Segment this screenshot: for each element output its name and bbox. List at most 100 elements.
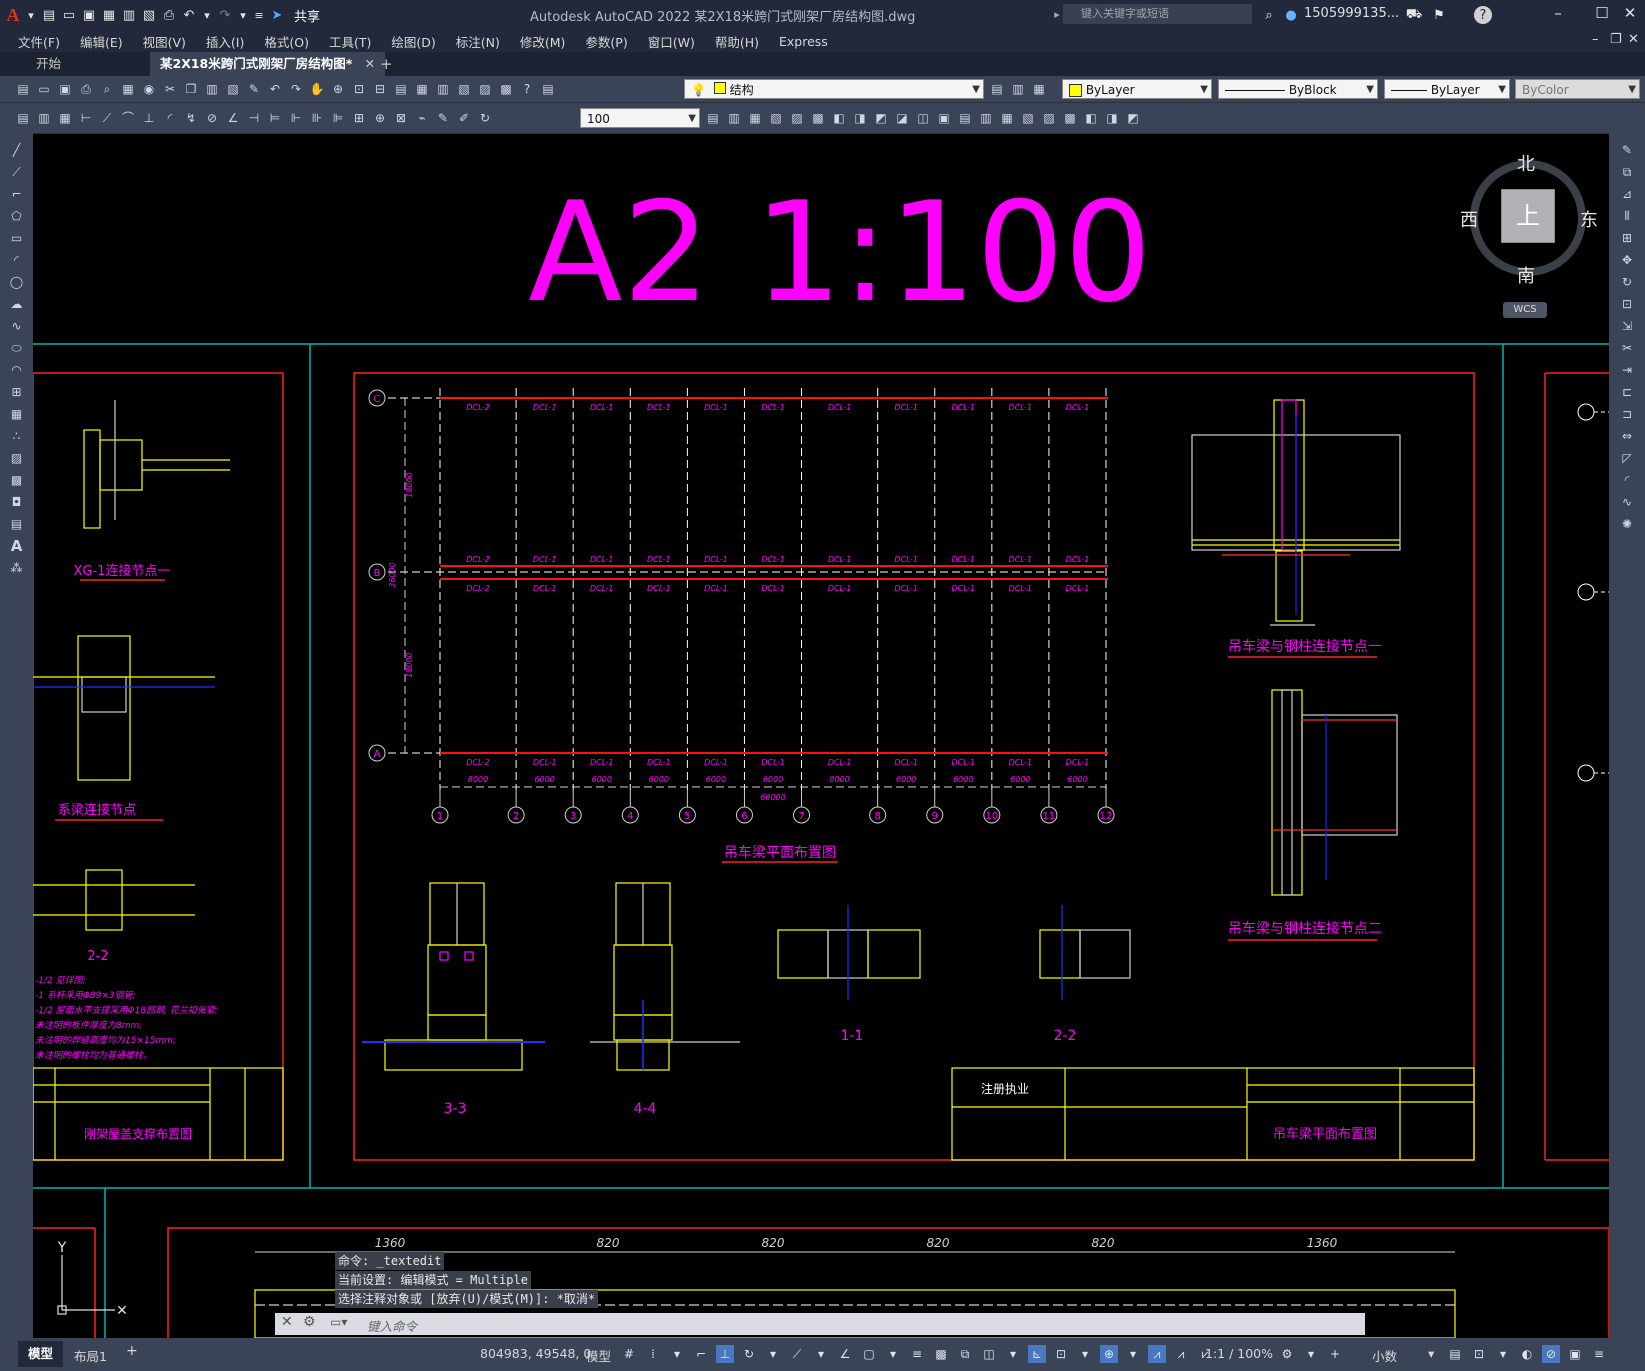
tb-sheetset-icon[interactable]: ▧ xyxy=(455,80,473,98)
tab-start[interactable]: 开始 xyxy=(36,52,61,76)
polar-chevron-icon[interactable]: ▾ xyxy=(764,1345,782,1363)
coordinates-readout[interactable]: 804983, 49548, 0 xyxy=(480,1346,591,1361)
tb-open-icon[interactable]: ▭ xyxy=(35,80,53,98)
stretch-icon[interactable]: ⇲ xyxy=(1618,317,1636,335)
selection-cycling-icon[interactable]: ⧉ xyxy=(956,1345,974,1363)
tb2-icon-m[interactable]: ▤ xyxy=(956,109,974,127)
dim-baseline-icon[interactable]: ⊨ xyxy=(266,109,284,127)
copy-icon[interactable]: ⧉ xyxy=(1618,163,1636,181)
tb2-icon-l[interactable]: ▣ xyxy=(935,109,953,127)
layout-tab-1[interactable]: 布局1 xyxy=(74,1346,107,1365)
menu-edit[interactable]: 编辑(E) xyxy=(72,32,135,51)
tb2-icon-h[interactable]: ◨ xyxy=(851,109,869,127)
section-2-2-title[interactable]: 2-2 xyxy=(1054,1028,1077,1044)
customization-icon[interactable]: ≡ xyxy=(1590,1345,1608,1363)
tb-copy-icon[interactable]: ❐ xyxy=(182,80,200,98)
erase-icon[interactable]: ✎ xyxy=(1618,141,1636,159)
inspect-icon[interactable]: ⊠ xyxy=(392,109,410,127)
tb-new-icon[interactable]: ▤ xyxy=(14,80,32,98)
minimize-icon[interactable]: – xyxy=(1546,4,1570,24)
lineweight-icon[interactable]: ≡ xyxy=(908,1345,926,1363)
dim-continue-icon[interactable]: ⊩ xyxy=(287,109,305,127)
tb2-icon-u[interactable]: ◩ xyxy=(1124,109,1142,127)
app-menu-chevron-icon[interactable]: ▾ xyxy=(24,7,38,23)
tb2-icon-o[interactable]: ▦ xyxy=(998,109,1016,127)
lock-ui-icon[interactable]: ⊡ xyxy=(1470,1345,1488,1363)
gradient-icon[interactable]: ▩ xyxy=(8,471,26,489)
make-block-icon[interactable]: ▦ xyxy=(8,405,26,423)
help-icon[interactable]: ? xyxy=(1474,6,1492,24)
tolerance-icon[interactable]: ⊞ xyxy=(350,109,368,127)
hardware-accel-icon[interactable]: ⊘ xyxy=(1542,1345,1560,1363)
menu-file[interactable]: 文件(F) xyxy=(10,32,72,51)
dim-ordinate-icon[interactable]: ⊥ xyxy=(140,109,158,127)
tb2-icon-q[interactable]: ▨ xyxy=(1040,109,1058,127)
tb-3d-icon[interactable]: ◉ xyxy=(140,80,158,98)
tb-layer-current-icon[interactable]: ▤ xyxy=(988,80,1006,98)
line-icon[interactable]: ╱ xyxy=(8,141,26,159)
tb2-icon-3[interactable]: ▦ xyxy=(56,109,74,127)
ellipse-arc-icon[interactable]: ◠ xyxy=(8,361,26,379)
tb2-icon-c[interactable]: ▦ xyxy=(746,109,764,127)
move-icon[interactable]: ✥ xyxy=(1618,251,1636,269)
tb-help-icon[interactable]: ? xyxy=(518,80,536,98)
jogged-linear-icon[interactable]: ⌁ xyxy=(413,109,431,127)
explode-icon[interactable]: ✺ xyxy=(1618,515,1636,533)
model-space-button[interactable]: 模型 xyxy=(586,1346,611,1365)
tb2-icon-d[interactable]: ▧ xyxy=(767,109,785,127)
snap-chevron-icon[interactable]: ▾ xyxy=(668,1345,686,1363)
add-selected-icon[interactable]: ⁂ xyxy=(8,559,26,577)
layout-tab-model[interactable]: 模型 xyxy=(18,1341,64,1367)
polyline-icon[interactable]: ⌐ xyxy=(8,185,26,203)
new-file-icon[interactable]: ▤ xyxy=(40,6,58,24)
detail-node-two-title[interactable]: 吊车梁与钢柱连接节点二 xyxy=(1228,920,1382,937)
menu-express[interactable]: Express xyxy=(771,34,840,49)
spline-icon[interactable]: ∿ xyxy=(8,317,26,335)
plotstyle-dropdown[interactable]: ByColor ▼ xyxy=(1515,79,1640,99)
hatch-icon[interactable]: ▨ xyxy=(8,449,26,467)
tb2-icon-r[interactable]: ▩ xyxy=(1061,109,1079,127)
break-icon[interactable]: ⊐ xyxy=(1618,405,1636,423)
point-icon[interactable]: ∴ xyxy=(8,427,26,445)
tb2-icon-p[interactable]: ▧ xyxy=(1019,109,1037,127)
auto-scale-icon[interactable]: ⩘ xyxy=(1172,1345,1190,1363)
ortho-icon[interactable]: ⊥ xyxy=(716,1345,734,1363)
dim-aligned-icon[interactable]: ⟋ xyxy=(98,109,116,127)
menu-help[interactable]: 帮助(H) xyxy=(707,32,771,51)
web-save-icon[interactable]: ▧ xyxy=(140,6,158,24)
lineweight-dropdown[interactable]: ByLayer ▼ xyxy=(1384,79,1510,99)
rotate-icon[interactable]: ↻ xyxy=(1618,273,1636,291)
isodraft-icon[interactable]: ⟋ xyxy=(788,1345,806,1363)
tb-cut-icon[interactable]: ✂ xyxy=(161,80,179,98)
section-2-2[interactable] xyxy=(1039,905,1131,1000)
center-mark-icon[interactable]: ⊕ xyxy=(371,109,389,127)
section-1-1-title[interactable]: 1-1 xyxy=(841,1028,864,1044)
menu-modify[interactable]: 修改(M) xyxy=(512,32,578,51)
menu-view[interactable]: 视图(V) xyxy=(135,32,198,51)
viewcube-west[interactable]: 西 xyxy=(1460,206,1478,232)
detail-node-one-title[interactable]: 吊车梁与钢柱连接节点一 xyxy=(1228,638,1382,655)
section-1-1[interactable] xyxy=(777,905,921,1000)
dim-edit-icon[interactable]: ✎ xyxy=(434,109,452,127)
section-3-3-title[interactable]: 3-3 xyxy=(444,1101,467,1117)
tb-layer-props-icon[interactable]: ▤ xyxy=(539,80,557,98)
redo-dropdown-icon[interactable]: ▾ xyxy=(236,7,250,23)
join-icon[interactable]: ⇔ xyxy=(1618,427,1636,445)
tb2-icon-b[interactable]: ▥ xyxy=(725,109,743,127)
dim-jogged-icon[interactable]: ↯ xyxy=(182,109,200,127)
maximize-icon[interactable]: ☐ xyxy=(1590,4,1614,24)
table-icon[interactable]: ▤ xyxy=(8,515,26,533)
undo-dropdown-icon[interactable]: ▾ xyxy=(200,7,214,23)
tb-properties-icon[interactable]: ▤ xyxy=(392,80,410,98)
selection-filter-chevron-icon[interactable]: ▾ xyxy=(1076,1345,1094,1363)
dim-text-edit-icon[interactable]: ✐ xyxy=(455,109,473,127)
tb-zoom-window-icon[interactable]: ⊡ xyxy=(350,80,368,98)
tb-matchprop-icon[interactable]: ▧ xyxy=(224,80,242,98)
customize-quick-access-icon[interactable]: ≡ xyxy=(252,7,266,23)
section-4-4-title[interactable]: 4-4 xyxy=(634,1101,657,1117)
left-detail-xg1[interactable] xyxy=(83,400,230,529)
viewcube-north[interactable]: 北 xyxy=(1517,150,1535,176)
crane-beam-plan[interactable]: DCL-2 DCL-1 DCL-1 DCL-1 DCL-1 DCL-1 DCL-1 DCL-1… xyxy=(368,388,1115,824)
detail-node-one[interactable] xyxy=(1191,399,1401,626)
isodraft-chevron-icon[interactable]: ▾ xyxy=(812,1345,830,1363)
